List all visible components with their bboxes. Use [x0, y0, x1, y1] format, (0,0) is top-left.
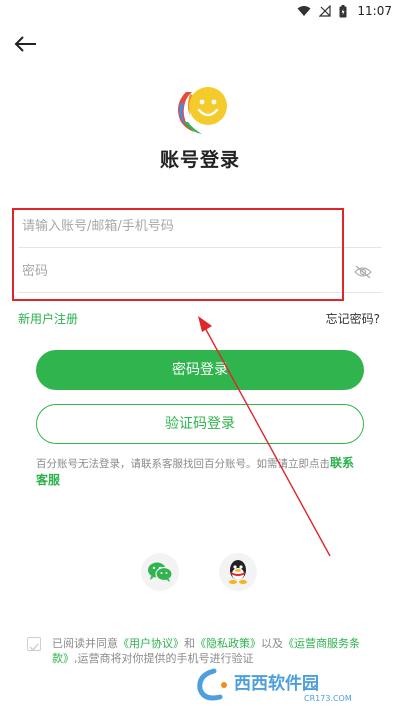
password-login-button[interactable]: 密码登录: [36, 350, 364, 390]
wechat-login-button[interactable]: [141, 553, 179, 591]
status-icons: 11:07: [297, 4, 392, 18]
register-link[interactable]: 新用户注册: [18, 310, 78, 327]
signal-off-icon: [319, 5, 332, 17]
password-input[interactable]: [18, 249, 338, 293]
watermark-logo: 西西软件园 CR173.COM: [194, 665, 384, 705]
agreement-also: 以及: [261, 637, 283, 650]
notice-text: 百分账号无法登录，请联系客服找回百分账号。如需请立即点击: [36, 458, 330, 470]
agreement-suffix: ,运营商将对你提供的手机号进行验证: [74, 652, 254, 665]
check-icon: [29, 643, 39, 652]
qq-login-button[interactable]: [219, 553, 257, 591]
agreement-prefix: 已阅读并同意: [52, 637, 118, 650]
code-login-button[interactable]: 验证码登录: [36, 404, 364, 444]
arrow-left-icon: [14, 36, 36, 52]
app-logo: [172, 82, 230, 136]
clock: 11:07: [357, 4, 392, 18]
wechat-icon: [148, 562, 173, 582]
forgot-password-link[interactable]: 忘记密码?: [326, 310, 380, 327]
privacy-policy-link[interactable]: 《隐私政策》: [195, 637, 261, 650]
page-title: 账号登录: [159, 149, 240, 171]
password-field-row: [18, 249, 382, 293]
watermark-brand: 西西软件园: [234, 673, 319, 694]
user-agreement-link[interactable]: 《用户协议》: [118, 637, 184, 650]
login-notice: 百分账号无法登录，请联系客服找回百分账号。如需请立即点击联系客服: [36, 455, 364, 489]
agreement-checkbox[interactable]: [27, 637, 41, 652]
agreement-and: 和: [184, 637, 195, 650]
account-field-row: [18, 204, 382, 248]
wifi-icon: [297, 5, 311, 17]
battery-icon: [339, 4, 347, 18]
eye-closed-icon[interactable]: [354, 264, 372, 279]
agreement-text: 已阅读并同意《用户协议》和《隐私政策》以及《运营商服务条款》,运营商将对你提供的…: [52, 636, 372, 666]
status-bar: 11:07: [0, 0, 400, 24]
back-button[interactable]: [12, 30, 40, 58]
qq-penguin-icon: [229, 560, 247, 584]
watermark-url: CR173.COM: [304, 694, 352, 703]
account-input[interactable]: [18, 204, 338, 248]
